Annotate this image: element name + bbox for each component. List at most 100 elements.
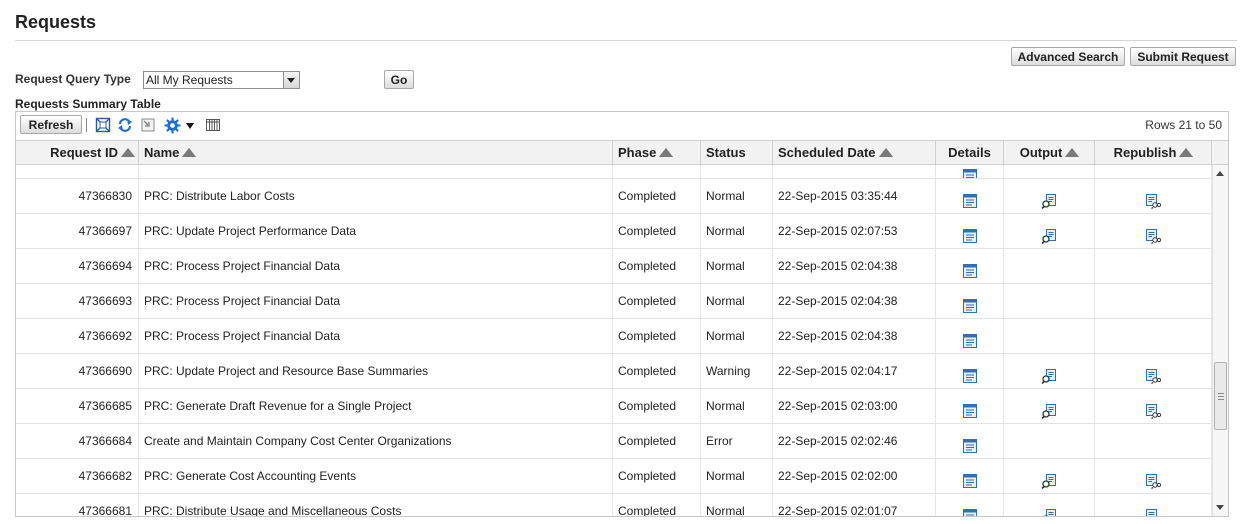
- request-id-cell: 47366693: [16, 284, 139, 318]
- column-header-label: Output: [1019, 145, 1063, 160]
- details-icon[interactable]: [962, 293, 978, 313]
- submit-request-button[interactable]: Submit Request: [1130, 47, 1236, 66]
- table-row: 47366830 PRC: Distribute Labor Costs Compl…: [16, 179, 1212, 214]
- scroll-down-icon[interactable]: [1216, 505, 1224, 510]
- republish-icon[interactable]: [1145, 468, 1162, 490]
- freeze-icon[interactable]: [140, 117, 156, 138]
- advanced-search-button[interactable]: Advanced Search: [1011, 47, 1125, 66]
- scheduled-date-cell: 22-Sep-2015 02:04:38: [773, 319, 936, 353]
- reload-icon[interactable]: [117, 117, 133, 138]
- name-cell: PRC: Distribute Labor Costs: [139, 179, 613, 213]
- column-header-scheduled-date[interactable]: Scheduled Date: [773, 141, 936, 164]
- sort-ascending-icon[interactable]: [1179, 148, 1194, 157]
- column-header-status: Status: [701, 141, 773, 164]
- table-row: 47366684 Create and Maintain Company Cost…: [16, 424, 1212, 459]
- sort-ascending-icon[interactable]: [1065, 148, 1080, 157]
- details-icon[interactable]: [962, 503, 978, 516]
- scheduled-date-cell: 22-Sep-2015 02:03:00: [773, 389, 936, 423]
- republish-icon[interactable]: [1145, 398, 1162, 420]
- column-header-label: Name: [144, 145, 180, 160]
- request-id-cell: 47366830: [16, 179, 139, 213]
- status-cell: Normal: [701, 214, 773, 248]
- republish-cell: [1095, 494, 1212, 516]
- column-header-request-id[interactable]: Request ID: [16, 141, 139, 164]
- refresh-button[interactable]: Refresh: [20, 115, 82, 134]
- details-icon[interactable]: [962, 165, 978, 178]
- output-cell: [1004, 354, 1095, 388]
- details-cell: [936, 389, 1004, 423]
- republish-cell: [1095, 319, 1212, 353]
- details-icon[interactable]: [962, 433, 978, 453]
- details-cell: [936, 319, 1004, 353]
- scheduled-date-cell: 22-Sep-2015 02:04:38: [773, 249, 936, 283]
- output-cell: [1004, 319, 1095, 353]
- view-output-icon[interactable]: [1041, 188, 1057, 210]
- sort-ascending-icon[interactable]: [182, 148, 197, 157]
- scheduled-date-cell: 22-Sep-2015 02:07:53: [773, 214, 936, 248]
- details-icon[interactable]: [962, 188, 978, 208]
- request-query-type-value: All My Requests: [146, 73, 233, 87]
- details-cell: [936, 424, 1004, 458]
- scroll-up-icon[interactable]: [1216, 171, 1224, 176]
- details-icon[interactable]: [962, 223, 978, 243]
- column-header-name[interactable]: Name: [139, 141, 613, 164]
- details-cell: [936, 249, 1004, 283]
- details-icon[interactable]: [962, 398, 978, 418]
- view-output-icon[interactable]: [1041, 503, 1057, 516]
- column-header-label: Request ID: [50, 145, 118, 160]
- request-id-cell: 47366681: [16, 494, 139, 516]
- go-button[interactable]: Go: [384, 70, 414, 89]
- republish-icon[interactable]: [1145, 223, 1162, 245]
- detach-icon[interactable]: [95, 117, 111, 138]
- scheduled-date-cell: 22-Sep-2015 02:01:07: [773, 494, 936, 516]
- output-cell: [1004, 494, 1095, 516]
- table-title: Requests Summary Table: [15, 97, 161, 111]
- details-cell: [936, 214, 1004, 248]
- phase-cell: Completed: [613, 179, 701, 213]
- scrollbar-thumb[interactable]: [1214, 362, 1227, 430]
- status-cell: Normal: [701, 389, 773, 423]
- details-icon[interactable]: [962, 328, 978, 348]
- request-query-type-label: Request Query Type: [15, 72, 131, 86]
- scheduled-date-cell: 22-Sep-2015 02:02:46: [773, 424, 936, 458]
- column-header-republish[interactable]: Republish: [1095, 141, 1212, 164]
- name-cell: PRC: Generate Cost Accounting Events: [139, 459, 613, 493]
- status-cell: Normal: [701, 179, 773, 213]
- request-id-cell: 47366694: [16, 249, 139, 283]
- chevron-down-icon[interactable]: [283, 72, 299, 88]
- status-cell: Normal: [701, 284, 773, 318]
- output-cell: [1004, 424, 1095, 458]
- gear-icon[interactable]: [164, 117, 181, 139]
- request-id-cell: 47366682: [16, 459, 139, 493]
- view-output-icon[interactable]: [1041, 223, 1057, 245]
- details-cell: [936, 284, 1004, 318]
- columns-icon[interactable]: [205, 117, 221, 138]
- column-header-output[interactable]: Output: [1004, 141, 1095, 164]
- sort-ascending-icon[interactable]: [878, 148, 893, 157]
- table-header: Request ID Name Phase Status Scheduled D…: [16, 140, 1228, 165]
- view-output-icon[interactable]: [1041, 363, 1057, 385]
- output-cell: [1004, 179, 1095, 213]
- column-header-phase[interactable]: Phase: [613, 141, 701, 164]
- republish-icon[interactable]: [1145, 188, 1162, 210]
- chevron-down-icon[interactable]: [186, 123, 194, 129]
- phase-cell: Completed: [613, 389, 701, 423]
- request-query-type-select[interactable]: All My Requests: [143, 71, 300, 89]
- status-cell: Warning: [701, 354, 773, 388]
- rows-range: Rows 21 to 50: [1145, 118, 1222, 132]
- sort-ascending-icon[interactable]: [121, 148, 135, 157]
- republish-cell: [1095, 459, 1212, 493]
- vertical-scrollbar[interactable]: [1212, 165, 1228, 516]
- view-output-icon[interactable]: [1041, 468, 1057, 490]
- request-id-cell: 47366697: [16, 214, 139, 248]
- details-icon[interactable]: [962, 468, 978, 488]
- name-cell: PRC: Generate Draft Revenue for a Single…: [139, 389, 613, 423]
- details-icon[interactable]: [962, 363, 978, 383]
- sort-ascending-icon[interactable]: [659, 148, 674, 157]
- republish-icon[interactable]: [1145, 503, 1161, 516]
- republish-cell: [1095, 424, 1212, 458]
- republish-icon[interactable]: [1145, 363, 1162, 385]
- view-output-icon[interactable]: [1041, 398, 1057, 420]
- column-header-label: Scheduled Date: [778, 145, 876, 160]
- details-icon[interactable]: [962, 258, 978, 278]
